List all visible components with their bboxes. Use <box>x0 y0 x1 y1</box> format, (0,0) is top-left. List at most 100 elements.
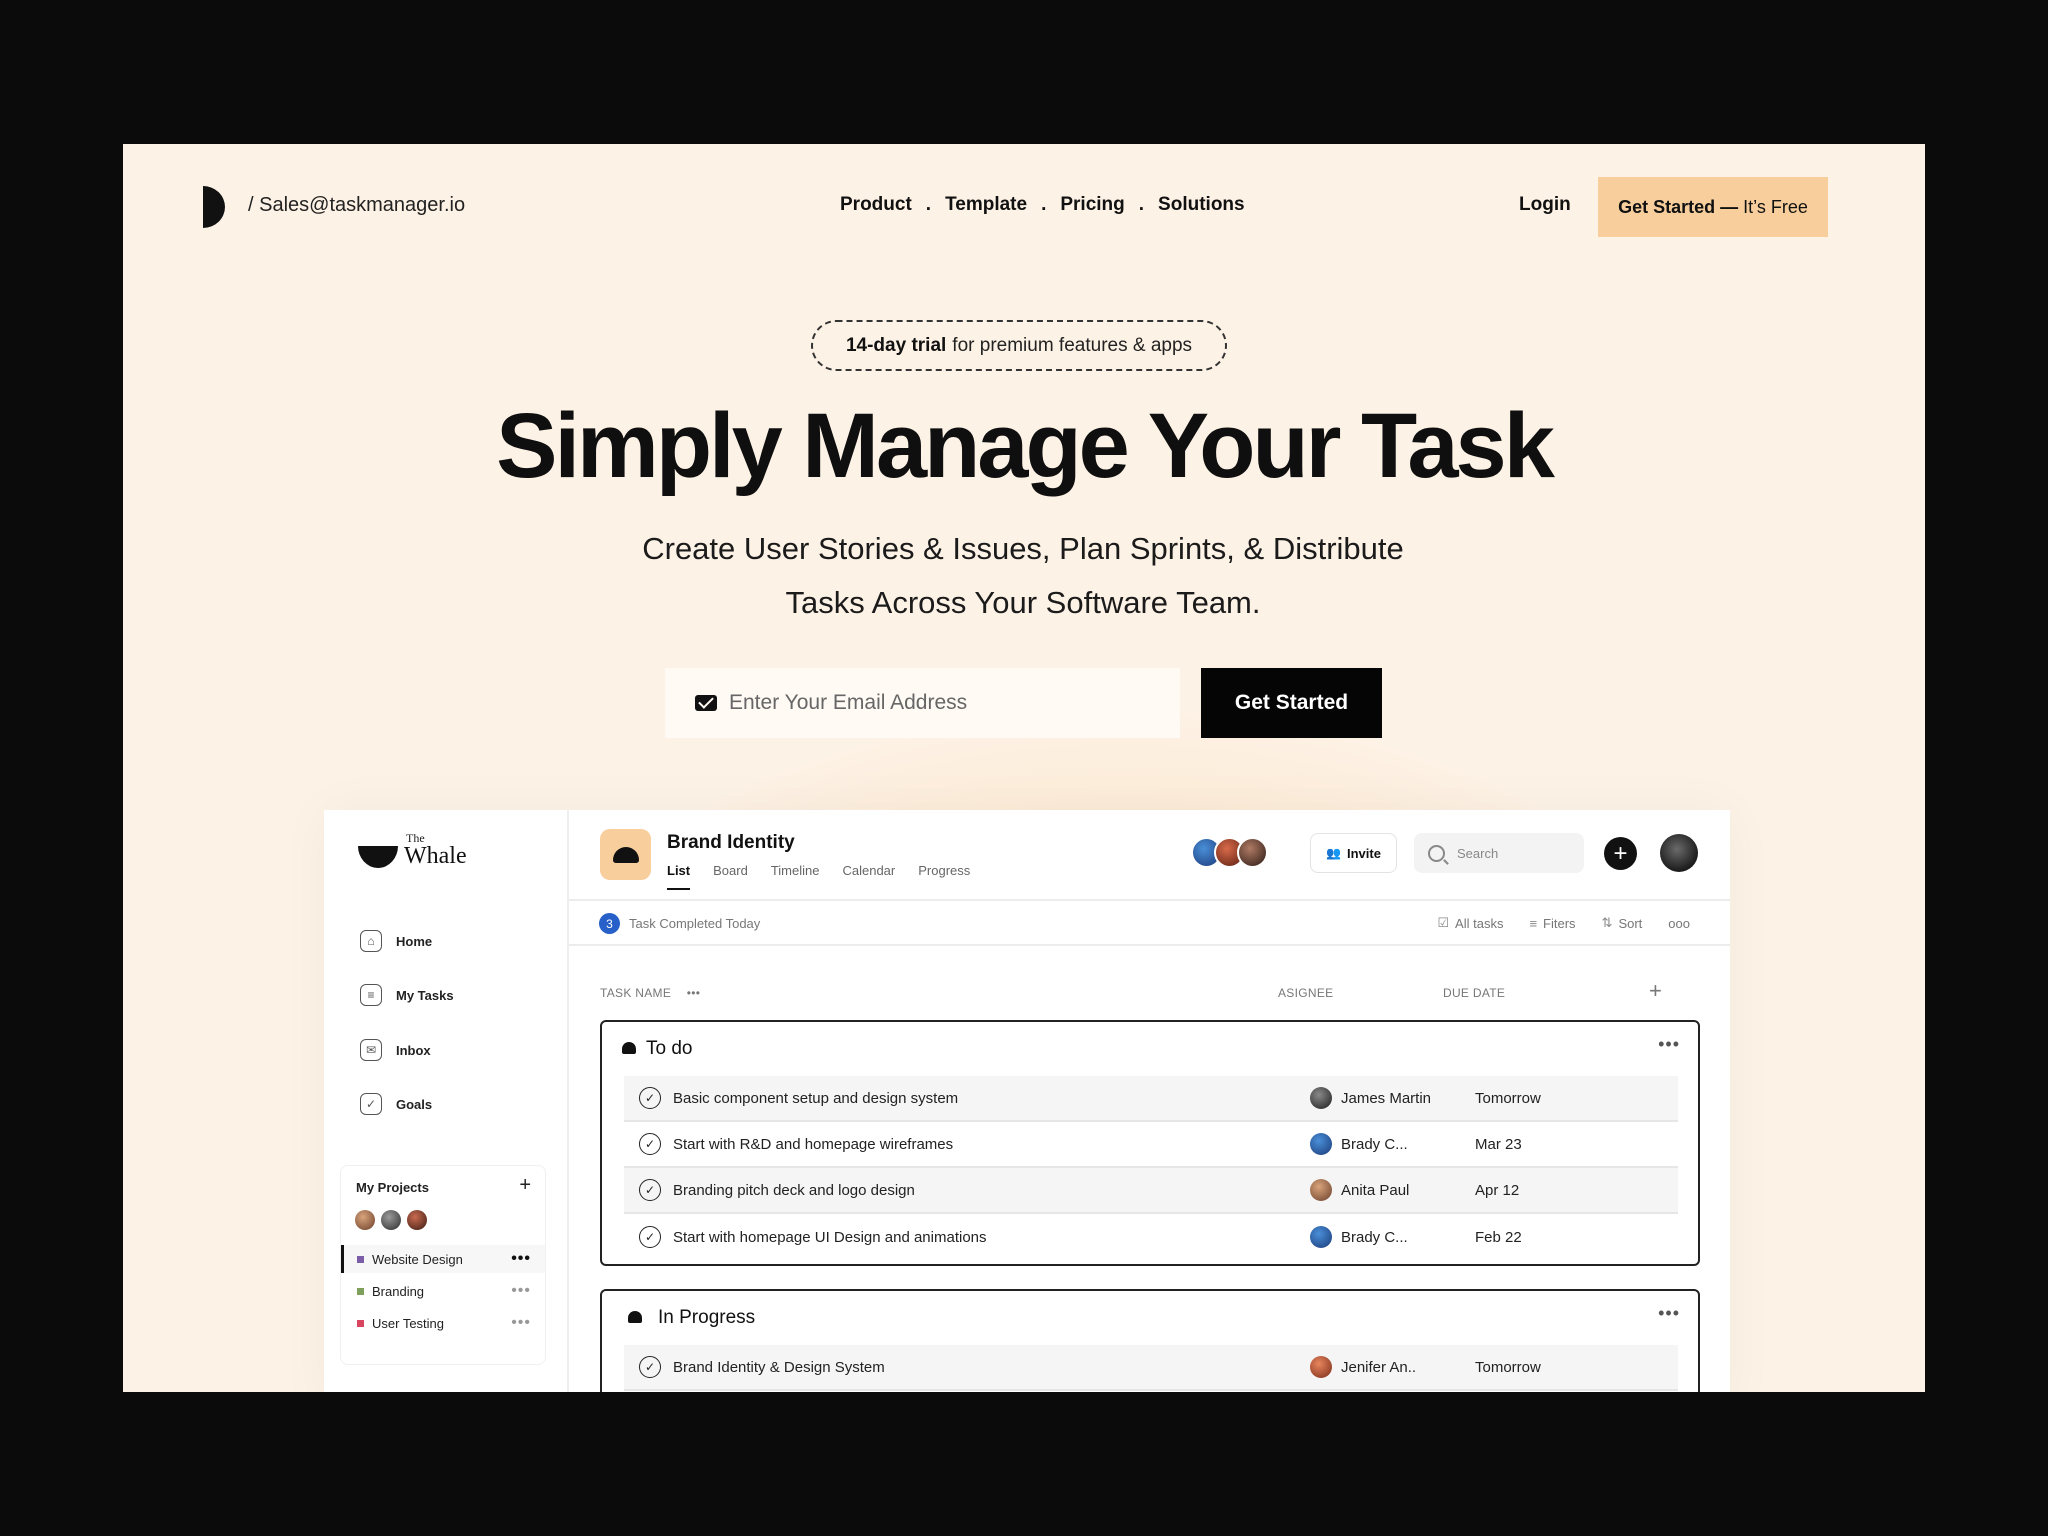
filter-label: Sort <box>1618 915 1643 931</box>
whale-logo[interactable]: The Whale <box>358 832 467 868</box>
task-due-date: Mar 23 <box>1475 1135 1522 1153</box>
project-label: User Testing <box>372 1315 445 1331</box>
search-field[interactable]: Search <box>1414 833 1584 873</box>
assignee-name: James Martin <box>1341 1089 1432 1107</box>
filter-icon: ≡ <box>1529 915 1538 931</box>
hero-subtitle-line: Tasks Across Your Software Team. <box>785 585 1261 620</box>
view-tabs: List Board Timeline Calendar Progress <box>667 863 993 890</box>
task-group-in-progress: In Progress ••• ✓ Brand Identity & Desig… <box>600 1289 1700 1392</box>
project-members <box>355 1210 433 1230</box>
sidebar-item-label: Home <box>396 933 433 949</box>
table-row[interactable]: ✓ Basic component setup and design syste… <box>624 1076 1678 1122</box>
task-check-icon[interactable]: ✓ <box>639 1226 661 1248</box>
more-icon[interactable]: ••• <box>511 1250 531 1268</box>
sales-email[interactable]: / Sales@taskmanager.io <box>248 194 465 217</box>
avatar[interactable] <box>1237 837 1268 868</box>
inbox-icon: ✉ <box>360 1039 382 1061</box>
logo-icon[interactable] <box>203 186 225 228</box>
avatar <box>1310 1179 1332 1201</box>
trial-text: for premium features & apps <box>952 334 1193 356</box>
task-check-icon[interactable]: ✓ <box>639 1133 661 1155</box>
nav-template[interactable]: Template <box>945 194 1027 216</box>
project-color-dot <box>357 1287 364 1295</box>
more-icon[interactable]: ••• <box>511 1282 531 1300</box>
tab-list[interactable]: List <box>667 863 691 890</box>
add-column-button[interactable]: + <box>1649 978 1662 1004</box>
avatar <box>1310 1087 1332 1109</box>
add-button[interactable]: + <box>1604 837 1637 870</box>
table-row[interactable]: ✓ Start with homepage UI Design and anim… <box>624 1214 1678 1260</box>
all-tasks-filter[interactable]: ☑ All tasks <box>1437 915 1503 931</box>
project-item-branding[interactable]: Branding ••• <box>341 1277 545 1305</box>
task-name: Branding pitch deck and logo design <box>673 1181 915 1199</box>
filters-button[interactable]: ≡ Fiters <box>1529 915 1575 931</box>
task-check-icon[interactable]: ✓ <box>639 1356 661 1378</box>
task-group-todo: To do ••• ✓ Basic component setup and de… <box>600 1020 1700 1266</box>
task-check-icon[interactable]: ✓ <box>639 1087 661 1109</box>
invite-button[interactable]: 👥 Invite <box>1310 833 1397 873</box>
tab-timeline[interactable]: Timeline <box>771 863 820 890</box>
more-icon[interactable]: ••• <box>687 986 701 1000</box>
email-input[interactable] <box>729 691 1149 715</box>
task-name: Start with R&D and homepage wireframes <box>673 1135 954 1153</box>
tab-board[interactable]: Board <box>713 863 748 890</box>
sidebar-item-my-tasks[interactable]: ≡ My Tasks <box>360 984 454 1006</box>
sidebar-item-goals[interactable]: ✓ Goals <box>360 1093 432 1115</box>
sidebar-item-home[interactable]: ⌂ Home <box>360 930 432 952</box>
sidebar-item-inbox[interactable]: ✉ Inbox <box>360 1039 431 1061</box>
nav-solutions[interactable]: Solutions <box>1158 194 1245 216</box>
more-icon[interactable]: ••• <box>511 1314 531 1332</box>
login-link[interactable]: Login <box>1519 194 1571 216</box>
hero-subtitle-line: Create User Stories & Issues, Plan Sprin… <box>642 531 1404 566</box>
get-started-free-button[interactable]: Get Started — It’s Free <box>1598 177 1828 237</box>
nav-pricing[interactable]: Pricing <box>1060 194 1124 216</box>
task-name: Basic component setup and design system <box>673 1089 959 1107</box>
hero-title: Simply Manage Your Task <box>496 395 1555 497</box>
table-row[interactable]: ✓ Start with R&D and homepage wireframes… <box>624 1122 1678 1168</box>
task-name: Brand Identity & Design System <box>673 1358 885 1376</box>
assignee-name: Anita Paul <box>1341 1181 1410 1199</box>
nav-product[interactable]: Product <box>840 194 912 216</box>
column-header-assignee: ASIGNEE <box>1278 986 1334 1000</box>
projects-title: My Projects <box>356 1180 429 1195</box>
project-item-user-testing[interactable]: User Testing ••• <box>341 1309 545 1337</box>
avatar[interactable] <box>381 1210 401 1230</box>
envelope-icon <box>695 695 717 711</box>
tab-progress[interactable]: Progress <box>918 863 970 890</box>
task-due-date: Feb 22 <box>1475 1228 1522 1246</box>
nav-separator: . <box>1138 194 1145 215</box>
avatar[interactable] <box>407 1210 427 1230</box>
column-header-task: TASK NAME ••• <box>600 986 700 1000</box>
task-check-icon[interactable]: ✓ <box>639 1179 661 1201</box>
column-label: TASK NAME <box>600 986 672 1000</box>
more-icon[interactable]: ••• <box>1658 1034 1680 1055</box>
more-options-button[interactable]: ooo <box>1668 915 1690 931</box>
project-icon <box>600 829 651 880</box>
project-title: Brand Identity <box>667 832 795 853</box>
sort-button[interactable]: ⇅ Sort <box>1602 915 1643 931</box>
check-circle-icon: ☑ <box>1437 915 1450 930</box>
completed-count-badge: 3 <box>599 913 620 934</box>
task-assignee: Anita Paul <box>1310 1179 1409 1201</box>
group-icon <box>628 1311 642 1323</box>
tab-calendar[interactable]: Calendar <box>842 863 895 890</box>
brand-name: Whale <box>404 843 467 869</box>
more-icon[interactable]: ••• <box>1658 1303 1680 1324</box>
search-placeholder: Search <box>1457 845 1499 861</box>
group-title: To do <box>646 1038 693 1059</box>
app-sidebar: The Whale ⌂ Home ≡ My Tasks ✉ Inbox ✓ Go… <box>324 810 569 1392</box>
task-due-date: Tomorrow <box>1475 1358 1541 1376</box>
column-header-due-date: DUE DATE <box>1443 986 1506 1000</box>
assignee-name: Brady C... <box>1341 1135 1408 1153</box>
user-avatar[interactable] <box>1660 834 1698 872</box>
table-row[interactable]: ✓ Brand Identity & Design System Jenifer… <box>624 1345 1678 1391</box>
people-icon: 👥 <box>1326 846 1341 860</box>
get-started-button[interactable]: Get Started <box>1201 668 1382 738</box>
table-row[interactable]: ✓ Branding pitch deck and logo design An… <box>624 1168 1678 1214</box>
add-project-button[interactable]: + <box>519 1174 531 1197</box>
project-label: Website Design <box>372 1251 463 1267</box>
avatar[interactable] <box>355 1210 375 1230</box>
main-nav: Product . Template . Pricing . Solutions <box>840 194 1245 216</box>
project-item-website-design[interactable]: Website Design ••• <box>341 1245 545 1273</box>
app-main: Brand Identity List Board Timeline Calen… <box>569 810 1730 1392</box>
